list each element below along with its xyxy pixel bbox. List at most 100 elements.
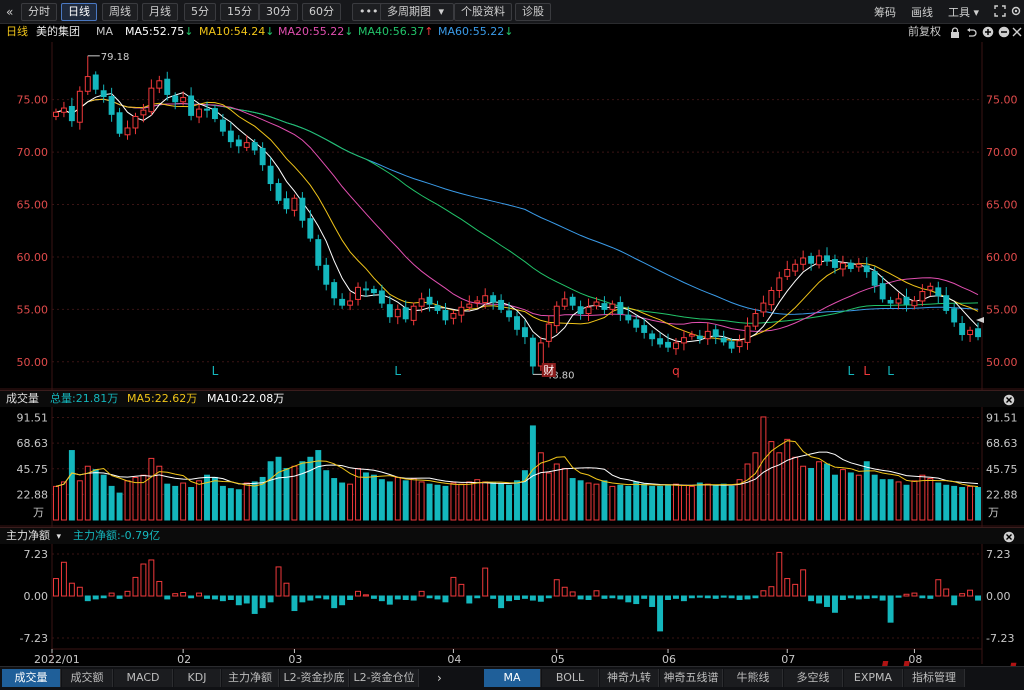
candle-body (752, 313, 759, 327)
flow-bar (124, 590, 131, 597)
lower-tab-4[interactable]: 主力净额 (222, 669, 279, 687)
volume-tick-left: 91.51 (17, 412, 49, 425)
signal-marker: L (212, 364, 219, 378)
main-tab-3[interactable]: 神奇五线谱 (660, 669, 723, 687)
candle-body (355, 286, 361, 300)
candle-body (156, 80, 163, 89)
volume-bar (537, 452, 544, 521)
tools-button[interactable]: 工具 ▾ (948, 4, 979, 20)
main-tab-5[interactable]: 多空线 (784, 669, 843, 687)
back-icon[interactable]: « (6, 5, 13, 19)
volume-bar (680, 484, 687, 521)
lower-tab-5[interactable]: L2-资金抄底 (280, 669, 349, 687)
period-button-3[interactable]: 月线 (142, 3, 178, 21)
volume-bar (219, 485, 226, 521)
volume-bar (172, 485, 179, 521)
flow-bar (355, 590, 361, 597)
volume-bar (402, 480, 409, 521)
candle-body (847, 262, 854, 269)
main-tab-6[interactable]: EXPMA (844, 669, 903, 687)
period-button-4[interactable]: 5分 (184, 3, 216, 21)
stock-name: 美的集团 (36, 25, 80, 38)
period-button-7[interactable]: 60分 (302, 3, 341, 21)
draw-line-button[interactable]: 画线 (911, 4, 933, 20)
volume-bar (744, 463, 751, 521)
volume-bar (935, 482, 942, 521)
lower-tab-2[interactable]: MACD (114, 669, 173, 687)
close-icon[interactable] (1003, 531, 1015, 543)
flow-panel-header: 主力净额 ▾ 主力净额:-0.79亿 (0, 527, 1024, 544)
period-button-0[interactable]: 分时 (21, 3, 57, 21)
candle-body (855, 263, 862, 268)
volume-bar (657, 485, 664, 521)
lock-icon[interactable] (950, 27, 960, 38)
candle-body (768, 289, 775, 306)
flow-title-dropdown[interactable]: 主力净额 ▾ (6, 528, 61, 545)
lower-tab-6[interactable]: L2-资金仓位 (350, 669, 419, 687)
ma-label: MA5:52.75 (125, 25, 185, 38)
volume-bar (204, 474, 210, 521)
period-button-1[interactable]: 日线 (61, 3, 97, 21)
undo-icon[interactable] (966, 27, 977, 38)
flow-bar (339, 595, 346, 606)
candle-body (490, 295, 497, 303)
lower-tab-1[interactable]: 成交额 (62, 669, 113, 687)
volume-bar (752, 452, 759, 521)
volume-bar (720, 483, 727, 521)
flow-bar (331, 595, 338, 609)
chips-button[interactable]: 筹码 (874, 4, 896, 20)
chevron-right-icon[interactable]: › (437, 671, 442, 685)
candle-body (219, 119, 226, 132)
volume-bar (140, 474, 147, 521)
fullscreen-icon[interactable] (994, 5, 1006, 17)
period-button-6[interactable]: 30分 (259, 3, 298, 21)
flow-bar (736, 595, 743, 600)
period-button-2[interactable]: 周线 (102, 3, 138, 21)
candle-body (315, 239, 322, 266)
main-tab-4[interactable]: 牛熊线 (724, 669, 783, 687)
candle-body (665, 341, 671, 348)
flow-bar (442, 595, 449, 603)
flow-bar (235, 595, 242, 606)
candle-body (235, 139, 242, 147)
signal-marker: L (394, 364, 401, 378)
volume-bar (704, 483, 711, 521)
candle-body (323, 264, 330, 285)
adjust-mode[interactable]: 前复权 (908, 24, 941, 40)
volume-title: 成交量 (6, 392, 39, 405)
date-tick-label: 03 (288, 653, 302, 666)
lower-tab-3[interactable]: KDJ (174, 669, 221, 687)
candle-body (418, 298, 425, 307)
flow-bar (959, 593, 966, 597)
flow-bar (53, 578, 59, 597)
volume-bar (315, 450, 322, 521)
volume-bar (307, 456, 314, 521)
main-tab-0[interactable]: MA (484, 669, 541, 687)
zoom-out-icon[interactable] (998, 26, 1010, 38)
period-button-5[interactable]: 15分 (220, 3, 259, 21)
main-tab-2[interactable]: 神奇九转 (600, 669, 659, 687)
lower-tab-0[interactable]: 成交量 (2, 669, 61, 687)
main-tab-1[interactable]: BOLL (542, 669, 599, 687)
volume-bar (824, 463, 830, 521)
multi-period-button[interactable]: 多周期图 ▾ (380, 3, 454, 21)
volume-bar (188, 487, 195, 521)
candle-body (919, 291, 926, 302)
diagnose-button[interactable]: 诊股 (515, 3, 551, 21)
close-icon[interactable] (1003, 394, 1015, 406)
chevron-down-icon: ▾ (56, 532, 62, 542)
settings-icon[interactable] (1010, 5, 1022, 17)
period-label: 日线 (6, 25, 28, 38)
close-icon[interactable] (1012, 27, 1022, 37)
candle-body (196, 108, 203, 118)
candle-body (164, 78, 171, 95)
flow-bar (951, 595, 958, 606)
stock-info-button[interactable]: 个股资料 (454, 3, 512, 21)
volume-ma10-line (55, 451, 979, 487)
kline-chart-area[interactable]: 75.00 75.00 70.00 70.00 65.00 65.00 60.00 60.00… (0, 0, 1024, 689)
flow-tick-right: 0.00 (986, 590, 1011, 603)
zoom-in-icon[interactable] (982, 26, 994, 38)
candle-body (291, 197, 298, 211)
candle-body (959, 323, 966, 336)
main-tab-7[interactable]: 指标管理 (904, 669, 965, 687)
